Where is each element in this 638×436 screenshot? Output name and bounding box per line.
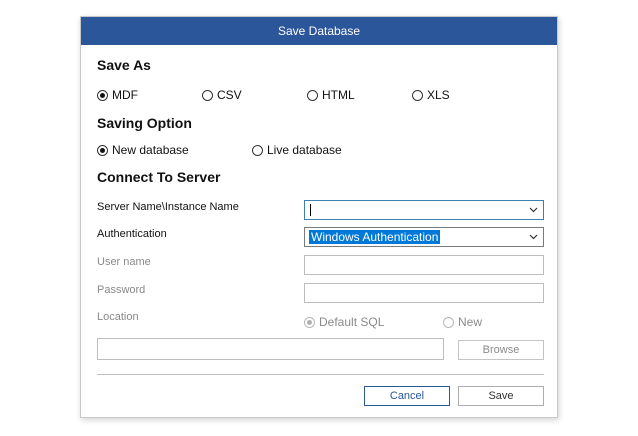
- authentication-label: Authentication: [97, 228, 167, 240]
- radio-live-database[interactable]: Live database: [252, 143, 342, 157]
- radio-html[interactable]: HTML: [307, 88, 355, 102]
- radio-mdf[interactable]: MDF: [97, 88, 138, 102]
- radio-unchecked-icon: [252, 144, 263, 156]
- server-name-label: Server Name\Instance Name: [97, 201, 239, 213]
- chevron-down-icon[interactable]: [529, 232, 538, 241]
- radio-live-database-label: Live database: [267, 143, 342, 157]
- radio-html-label: HTML: [322, 88, 355, 102]
- save-as-heading: Save As: [97, 57, 151, 73]
- radio-unchecked-icon: [307, 89, 318, 101]
- radio-csv[interactable]: CSV: [202, 88, 242, 102]
- radio-checked-icon: [97, 144, 108, 156]
- radio-unchecked-icon: [443, 316, 454, 328]
- dialog-title: Save Database: [81, 17, 557, 45]
- username-input[interactable]: [304, 255, 544, 275]
- radio-new-location-label: New: [458, 315, 483, 329]
- radio-new-database-label: New database: [112, 143, 189, 157]
- radio-new-location[interactable]: New: [443, 315, 482, 329]
- save-database-dialog: Save Database Save As MDF CSV HTML XLS S…: [80, 16, 558, 418]
- chevron-down-icon[interactable]: [529, 205, 538, 214]
- authentication-value: Windows Authentication: [309, 230, 441, 244]
- save-button[interactable]: Save: [458, 386, 544, 406]
- cancel-button[interactable]: Cancel: [364, 386, 450, 406]
- password-label: Password: [97, 284, 146, 296]
- radio-default-sql-label: Default SQL: [319, 315, 385, 329]
- radio-csv-label: CSV: [217, 88, 242, 102]
- radio-xls-label: XLS: [427, 88, 450, 102]
- authentication-combobox[interactable]: Windows Authentication: [304, 227, 544, 247]
- radio-new-database[interactable]: New database: [97, 143, 189, 157]
- footer-divider: [97, 374, 544, 375]
- radio-checked-icon: [97, 89, 108, 101]
- location-label: Location: [97, 311, 139, 323]
- radio-default-sql[interactable]: Default SQL: [304, 315, 384, 329]
- radio-checked-icon: [304, 316, 315, 328]
- text-caret: [310, 204, 311, 216]
- username-label: User name: [97, 256, 151, 268]
- radio-mdf-label: MDF: [112, 88, 138, 102]
- location-path-input[interactable]: [97, 338, 444, 360]
- radio-unchecked-icon: [412, 89, 423, 101]
- browse-button[interactable]: Browse: [458, 340, 544, 360]
- radio-xls[interactable]: XLS: [412, 88, 450, 102]
- password-input[interactable]: [304, 283, 544, 303]
- radio-unchecked-icon: [202, 89, 213, 101]
- connect-to-server-heading: Connect To Server: [97, 169, 221, 185]
- saving-option-heading: Saving Option: [97, 115, 192, 131]
- server-name-combobox[interactable]: [304, 200, 544, 220]
